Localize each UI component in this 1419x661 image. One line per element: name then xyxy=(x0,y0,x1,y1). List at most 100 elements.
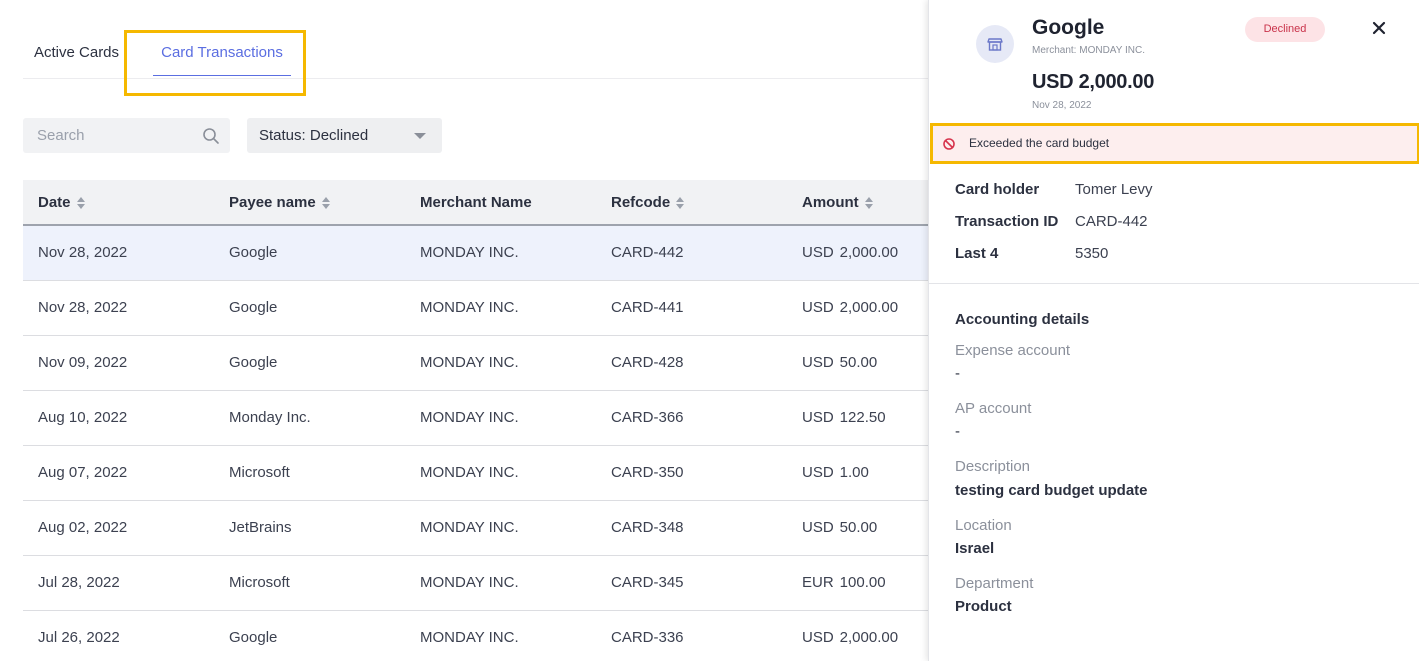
status-filter-dropdown[interactable]: Status: Declined xyxy=(247,118,442,153)
cell-currency: USD xyxy=(802,629,834,646)
column-header-payee[interactable]: Payee name xyxy=(214,180,405,226)
table-header-row: Date Payee name Merchant Name Refcode Am… xyxy=(23,180,928,226)
cell-refcode: CARD-336 xyxy=(596,610,787,661)
cell-refcode: CARD-345 xyxy=(596,555,787,611)
table-row[interactable]: Jul 26, 2022 Google MONDAY INC. CARD-336… xyxy=(23,610,928,661)
tab-active-cards[interactable]: Active Cards xyxy=(34,30,119,78)
cell-currency: USD xyxy=(802,409,834,426)
cell-merchant: MONDAY INC. xyxy=(405,280,596,336)
search-box xyxy=(23,118,230,153)
expense-account-value: - xyxy=(955,365,960,382)
detail-title: Google xyxy=(1032,16,1105,39)
accounting-details-title: Accounting details xyxy=(955,311,1090,328)
cell-payee: Microsoft xyxy=(214,555,405,611)
cell-amount: USD 1.00 xyxy=(787,445,928,501)
column-header-label: Merchant Name xyxy=(420,193,532,211)
location-value: Israel xyxy=(955,540,995,557)
column-header-label: Amount xyxy=(802,193,859,211)
cell-date: Jul 28, 2022 xyxy=(23,555,214,611)
ap-account-value: - xyxy=(955,423,960,440)
cell-amount-value: 2,000.00 xyxy=(839,299,899,316)
cell-refcode: CARD-366 xyxy=(596,390,787,446)
cell-currency: USD xyxy=(802,354,834,371)
cell-amount-value: 122.50 xyxy=(839,409,886,426)
cell-amount-value: 2,000.00 xyxy=(839,244,899,262)
cell-refcode: CARD-348 xyxy=(596,500,787,556)
merchant-avatar xyxy=(976,25,1014,63)
alert-text: Exceeded the card budget xyxy=(969,136,1110,150)
search-icon[interactable] xyxy=(202,127,220,145)
column-header-label: Date xyxy=(38,193,71,211)
cell-merchant: MONDAY INC. xyxy=(405,225,596,281)
sort-icon xyxy=(76,196,85,209)
divider xyxy=(929,283,1419,284)
cell-amount-value: 50.00 xyxy=(839,519,878,536)
sort-icon xyxy=(321,196,330,209)
detail-date: Nov 28, 2022 xyxy=(1032,100,1092,111)
cell-currency: USD xyxy=(802,299,834,316)
table-row[interactable]: Aug 07, 2022 Microsoft MONDAY INC. CARD-… xyxy=(23,445,928,501)
cell-date: Aug 02, 2022 xyxy=(23,500,214,556)
sort-icon xyxy=(864,196,873,209)
table-row[interactable]: Jul 28, 2022 Microsoft MONDAY INC. CARD-… xyxy=(23,555,928,611)
column-header-date[interactable]: Date xyxy=(23,180,214,226)
last4-label: Last 4 xyxy=(955,245,999,262)
cell-amount-value: 100.00 xyxy=(839,574,886,591)
last4-value: 5350 xyxy=(1075,245,1109,262)
store-icon xyxy=(987,38,1003,51)
column-header-merchant: Merchant Name xyxy=(405,180,596,226)
ap-account-label: AP account xyxy=(955,400,1032,417)
description-label: Description xyxy=(955,458,1031,475)
cell-date: Nov 28, 2022 xyxy=(23,280,214,336)
cell-amount: USD 2,000.00 xyxy=(787,225,928,281)
cell-merchant: MONDAY INC. xyxy=(405,445,596,501)
cell-amount: USD 2,000.00 xyxy=(787,610,928,661)
department-label: Department xyxy=(955,575,1034,592)
table-row[interactable]: Aug 02, 2022 JetBrains MONDAY INC. CARD-… xyxy=(23,500,928,556)
search-input[interactable] xyxy=(23,118,198,153)
cell-payee: Monday Inc. xyxy=(214,390,405,446)
description-value: testing card budget update xyxy=(955,482,1148,499)
status-badge: Declined xyxy=(1245,17,1325,42)
column-header-refcode[interactable]: Refcode xyxy=(596,180,787,226)
cell-amount: USD 2,000.00 xyxy=(787,280,928,336)
decline-reason-alert: Exceeded the card budget xyxy=(930,123,1419,164)
close-icon[interactable] xyxy=(1369,18,1389,38)
cell-amount-value: 1.00 xyxy=(839,464,869,481)
cell-refcode: CARD-442 xyxy=(596,225,787,281)
cell-date: Nov 28, 2022 xyxy=(23,225,214,281)
cell-date: Nov 09, 2022 xyxy=(23,335,214,391)
cell-amount: USD 122.50 xyxy=(787,390,928,446)
expense-account-label: Expense account xyxy=(955,342,1071,359)
cell-payee: Google xyxy=(214,280,405,336)
table-row[interactable]: Nov 09, 2022 Google MONDAY INC. CARD-428… xyxy=(23,335,928,391)
cell-date: Jul 26, 2022 xyxy=(23,610,214,661)
cell-payee: Google xyxy=(214,225,405,281)
cell-amount: USD 50.00 xyxy=(787,500,928,556)
transaction-detail-panel: Google Merchant: MONDAY INC. USD 2,000.0… xyxy=(928,0,1419,661)
transaction-id-label: Transaction ID xyxy=(955,213,1059,230)
table-row[interactable]: Nov 28, 2022 Google MONDAY INC. CARD-441… xyxy=(23,280,928,336)
department-value: Product xyxy=(955,598,1012,615)
column-header-label: Refcode xyxy=(611,193,671,211)
cell-refcode: CARD-441 xyxy=(596,280,787,336)
cell-merchant: MONDAY INC. xyxy=(405,610,596,661)
cell-date: Aug 07, 2022 xyxy=(23,445,214,501)
column-header-amount[interactable]: Amount xyxy=(787,180,928,226)
cell-refcode: CARD-428 xyxy=(596,335,787,391)
cell-merchant: MONDAY INC. xyxy=(405,555,596,611)
detail-merchant: Merchant: MONDAY INC. xyxy=(1032,45,1145,56)
cell-amount: EUR 100.00 xyxy=(787,555,928,611)
table-row[interactable]: Aug 10, 2022 Monday Inc. MONDAY INC. CAR… xyxy=(23,390,928,446)
cell-payee: Google xyxy=(214,335,405,391)
cell-currency: USD xyxy=(802,519,834,536)
tab-card-transactions[interactable]: Card Transactions xyxy=(153,30,291,78)
tab-card-transactions-label: Card Transactions xyxy=(161,44,283,61)
detail-amount: USD 2,000.00 xyxy=(1032,71,1155,93)
column-header-label: Payee name xyxy=(229,193,316,211)
cell-currency: EUR xyxy=(802,574,834,591)
cell-merchant: MONDAY INC. xyxy=(405,390,596,446)
cell-currency: USD xyxy=(802,464,834,481)
active-tab-underline xyxy=(153,75,291,76)
table-row[interactable]: Nov 28, 2022 Google MONDAY INC. CARD-442… xyxy=(23,225,928,281)
